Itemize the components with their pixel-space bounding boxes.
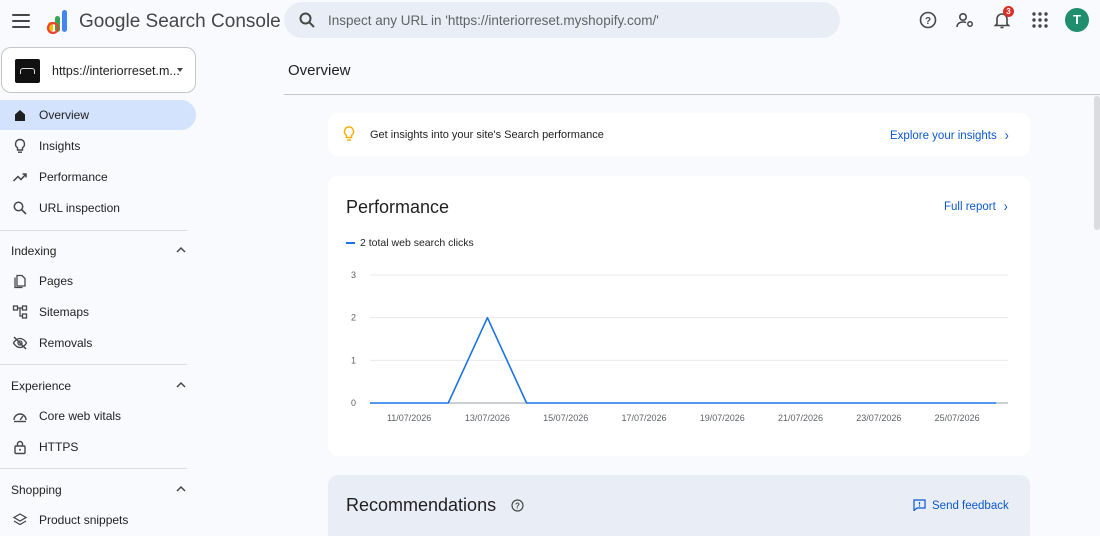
- trending-up-icon: [12, 173, 27, 182]
- account-avatar[interactable]: T: [1065, 8, 1089, 32]
- sidebar-item-label: Sitemaps: [39, 305, 90, 319]
- home-icon: [15, 110, 25, 121]
- search-console-logo[interactable]: [45, 8, 73, 34]
- page-title: Overview: [288, 62, 351, 79]
- send-feedback-label: Send feedback: [932, 500, 1009, 512]
- performance-card: Performance Full report › 2 total web sea…: [328, 176, 1030, 456]
- x-tick-label: 17/07/2026: [621, 413, 666, 423]
- sidebar: https://interiorreset.m... Overview Insi…: [0, 42, 200, 536]
- sidebar-item-label: URL inspection: [39, 201, 120, 215]
- sidebar-item-label: Pages: [39, 274, 74, 288]
- apps-grid-icon[interactable]: [1029, 9, 1051, 31]
- chevron-up-icon: [176, 485, 186, 492]
- y-tick-label: 2: [351, 313, 356, 323]
- sidebar-item-overview[interactable]: Overview: [0, 100, 196, 130]
- help-icon[interactable]: ?: [511, 499, 524, 512]
- sidebar-item-label: Removals: [39, 336, 93, 350]
- y-tick-label: 3: [351, 270, 356, 280]
- sidebar-item-product-snippets[interactable]: Product snippets: [0, 505, 196, 535]
- lightbulb-icon: [14, 138, 26, 153]
- recommendations-card: Recommendations ? Send feedback: [328, 475, 1030, 536]
- section-label: Indexing: [11, 244, 57, 258]
- property-label: https://interiorreset.m...: [52, 64, 180, 78]
- sidebar-item-sitemaps[interactable]: Sitemaps: [0, 297, 196, 327]
- x-tick-label: 11/07/2026: [387, 413, 431, 423]
- sidebar-item-label: HTTPS: [39, 440, 79, 454]
- svg-text:?: ?: [515, 502, 520, 511]
- sidebar-item-pages[interactable]: Pages: [0, 266, 196, 296]
- eye-off-icon: [12, 336, 28, 350]
- sidebar-item-url-inspection[interactable]: URL inspection: [0, 193, 196, 223]
- performance-chart: 0 1 2 3 11/07/2026 13/07/2026 15/07/2026 17/07/…: [351, 270, 1008, 423]
- sidebar-item-label: Insights: [39, 139, 81, 153]
- sidebar-item-https[interactable]: HTTPS: [0, 432, 196, 462]
- svg-text:?: ?: [925, 16, 931, 27]
- property-selector[interactable]: https://interiorreset.m...: [1, 47, 196, 93]
- x-tick-label: 19/07/2026: [700, 413, 745, 423]
- section-header-experience[interactable]: Experience: [0, 371, 196, 399]
- feedback-icon: [913, 499, 926, 512]
- section-header-indexing[interactable]: Indexing: [0, 236, 196, 264]
- sidebar-divider: [0, 364, 187, 365]
- explore-insights-label: Explore your insights: [890, 130, 997, 142]
- recommendations-title: Recommendations: [346, 495, 497, 515]
- x-tick-label: 15/07/2026: [543, 413, 588, 423]
- y-tick-label: 0: [351, 398, 356, 408]
- insights-banner: Get insights into your site's Search per…: [328, 113, 1030, 156]
- x-tick-label: 25/07/2026: [935, 413, 980, 423]
- section-header-shopping[interactable]: Shopping: [0, 475, 196, 503]
- caret-down-icon: [177, 68, 183, 72]
- sidebar-item-label: Core web vitals: [39, 409, 122, 423]
- notification-badge: 3: [1003, 6, 1014, 17]
- x-tick-label: 23/07/2026: [856, 413, 901, 423]
- manage-users-icon[interactable]: [954, 9, 976, 31]
- chevron-up-icon: [176, 246, 186, 253]
- send-feedback-button[interactable]: Send feedback: [913, 499, 1009, 512]
- top-bar: Google Search Console ? 3 T: [0, 0, 1100, 42]
- lock-icon: [14, 440, 26, 455]
- x-tick-label: 21/07/2026: [778, 413, 823, 423]
- sidebar-item-performance[interactable]: Performance: [0, 162, 196, 192]
- layers-icon: [12, 513, 28, 526]
- sidebar-divider: [0, 468, 187, 469]
- x-tick-label: 13/07/2026: [465, 413, 510, 423]
- search-input[interactable]: [328, 2, 828, 38]
- sidebar-item-label: Product snippets: [39, 513, 129, 527]
- scrollbar[interactable]: [1094, 96, 1100, 230]
- explore-insights-link[interactable]: Explore your insights ›: [890, 126, 1009, 144]
- pages-icon: [14, 274, 26, 289]
- menu-icon[interactable]: [10, 10, 32, 32]
- search-icon: [299, 12, 315, 28]
- insights-banner-text: Get insights into your site's Search per…: [370, 129, 604, 141]
- chevron-up-icon: [176, 381, 186, 388]
- section-label: Shopping: [11, 483, 62, 497]
- sidebar-item-core-web-vitals[interactable]: Core web vitals: [0, 401, 196, 431]
- url-inspection-search[interactable]: [284, 2, 840, 38]
- gauge-icon: [13, 413, 27, 423]
- app-title: Google Search Console: [79, 11, 281, 32]
- help-icon[interactable]: ?: [917, 9, 939, 31]
- sitemap-icon: [12, 305, 28, 319]
- search-icon: [13, 201, 27, 215]
- property-thumbnail: [15, 59, 40, 83]
- sidebar-item-insights[interactable]: Insights: [0, 131, 196, 161]
- y-tick-label: 1: [351, 355, 356, 365]
- lightbulb-icon: [343, 126, 355, 141]
- sidebar-divider: [0, 230, 187, 231]
- notifications-icon[interactable]: 3: [991, 6, 1014, 31]
- chevron-right-icon: ›: [1004, 126, 1009, 144]
- sidebar-item-label: Performance: [39, 170, 108, 184]
- section-label: Experience: [11, 379, 72, 393]
- title-divider: [284, 94, 1100, 95]
- sidebar-item-label: Overview: [39, 108, 90, 122]
- sidebar-item-removals[interactable]: Removals: [0, 328, 196, 358]
